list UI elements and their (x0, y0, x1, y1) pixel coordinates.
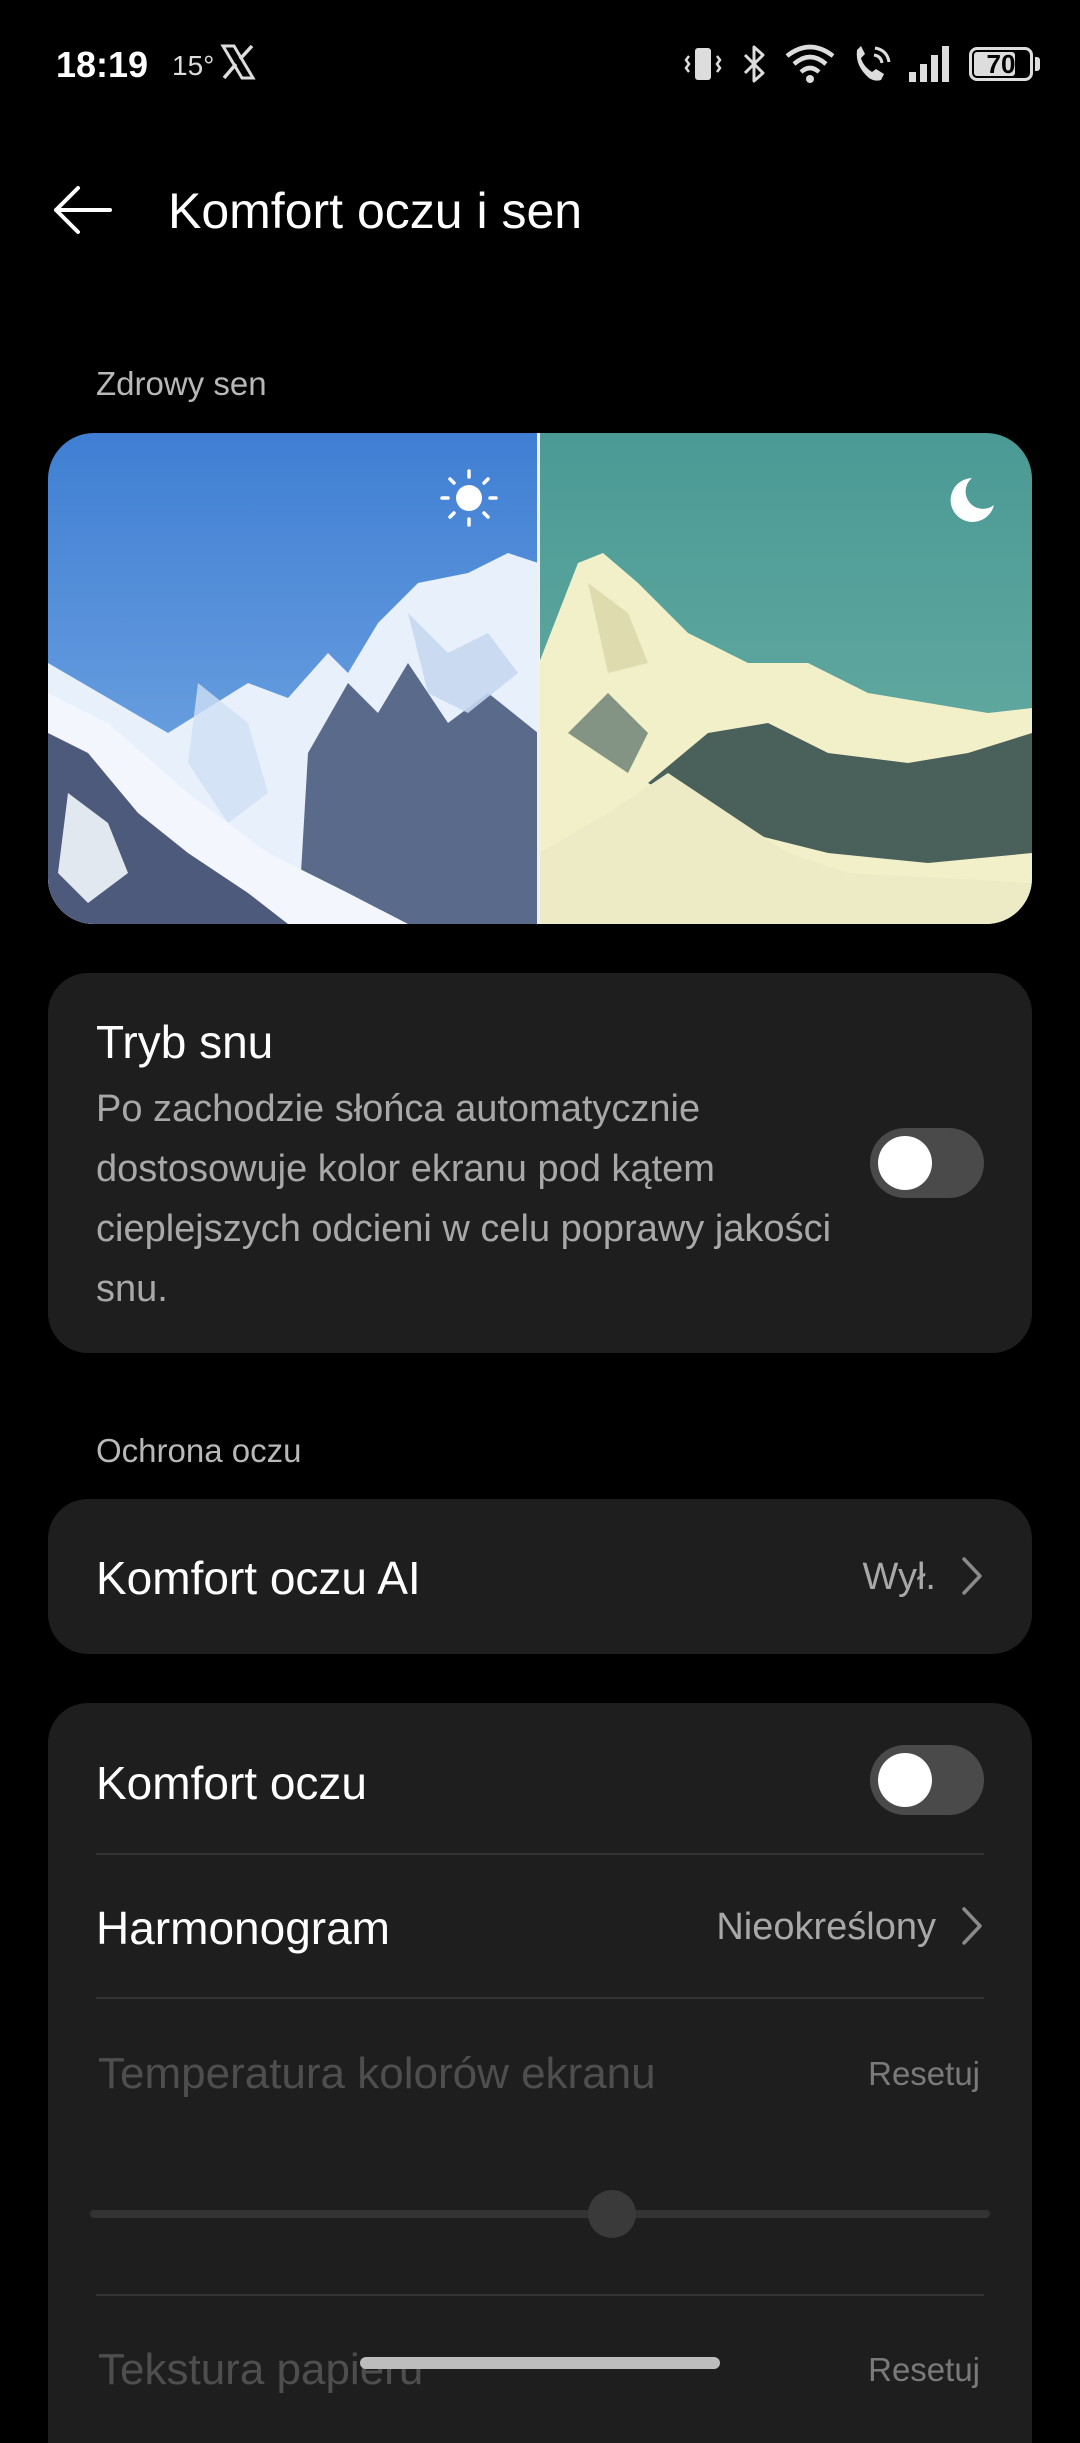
home-indicator[interactable] (360, 2357, 720, 2369)
wifi-call-icon (856, 46, 891, 81)
sleep-mode-title: Tryb snu (96, 1016, 274, 1068)
ai-eye-comfort-row[interactable]: Komfort oczu AI Wył. (48, 1499, 1032, 1654)
eye-comfort-toggle[interactable] (870, 1745, 984, 1815)
color-temperature-slider-thumb[interactable] (588, 2190, 636, 2238)
schedule-title: Harmonogram (96, 1902, 390, 1954)
sleep-mode-toggle[interactable] (870, 1128, 984, 1198)
back-arrow-icon[interactable] (50, 182, 114, 238)
battery-icon: 70 (969, 47, 1033, 81)
x-logo-icon (220, 44, 256, 80)
color-temperature-title: Temperatura kolorów ekranu (98, 2049, 656, 2098)
paper-texture-title: Tekstura papieru (98, 2345, 424, 2394)
signal-icon (909, 46, 949, 82)
schedule-row[interactable]: Harmonogram Nieokreślony (48, 1855, 1032, 1997)
wifi-icon (785, 44, 835, 83)
schedule-value: Nieokreślony (716, 1906, 936, 1948)
paper-texture-reset-button[interactable]: Resetuj (868, 2351, 980, 2389)
chevron-right-icon (962, 1907, 982, 1945)
color-temperature-slider[interactable] (90, 2210, 990, 2218)
chevron-right-icon (962, 1557, 982, 1595)
vibrate-icon (684, 48, 722, 80)
battery-level: 70 (986, 49, 1016, 79)
status-bar: 18:19 15° 70 (0, 0, 1080, 130)
eye-comfort-title: Komfort oczu (96, 1757, 367, 1809)
sleep-mode-description: Po zachodzie słońca automatycznie dostos… (96, 1088, 832, 1310)
bluetooth-icon (743, 45, 765, 83)
status-temperature: 15° (172, 50, 215, 81)
color-temperature-reset-button[interactable]: Resetuj (868, 2055, 980, 2093)
eye-comfort-card: Komfort oczu Harmonogram Nieokreślony Te… (48, 1703, 1032, 2443)
divider (96, 2294, 984, 2296)
day-night-preview-image (48, 433, 1032, 924)
page-title: Komfort oczu i sen (168, 183, 583, 239)
header: Komfort oczu i sen (0, 160, 1080, 260)
section-label-eye-protection: Ochrona oczu (96, 1432, 302, 1469)
status-time: 18:19 (56, 44, 149, 85)
ai-eye-comfort-value: Wył. (862, 1556, 936, 1598)
ai-eye-comfort-title: Komfort oczu AI (96, 1552, 421, 1604)
sleep-mode-card[interactable]: Tryb snu Po zachodzie słońca automatyczn… (48, 973, 1032, 1353)
section-label-healthy-sleep: Zdrowy sen (96, 365, 267, 402)
divider (96, 1997, 984, 1999)
